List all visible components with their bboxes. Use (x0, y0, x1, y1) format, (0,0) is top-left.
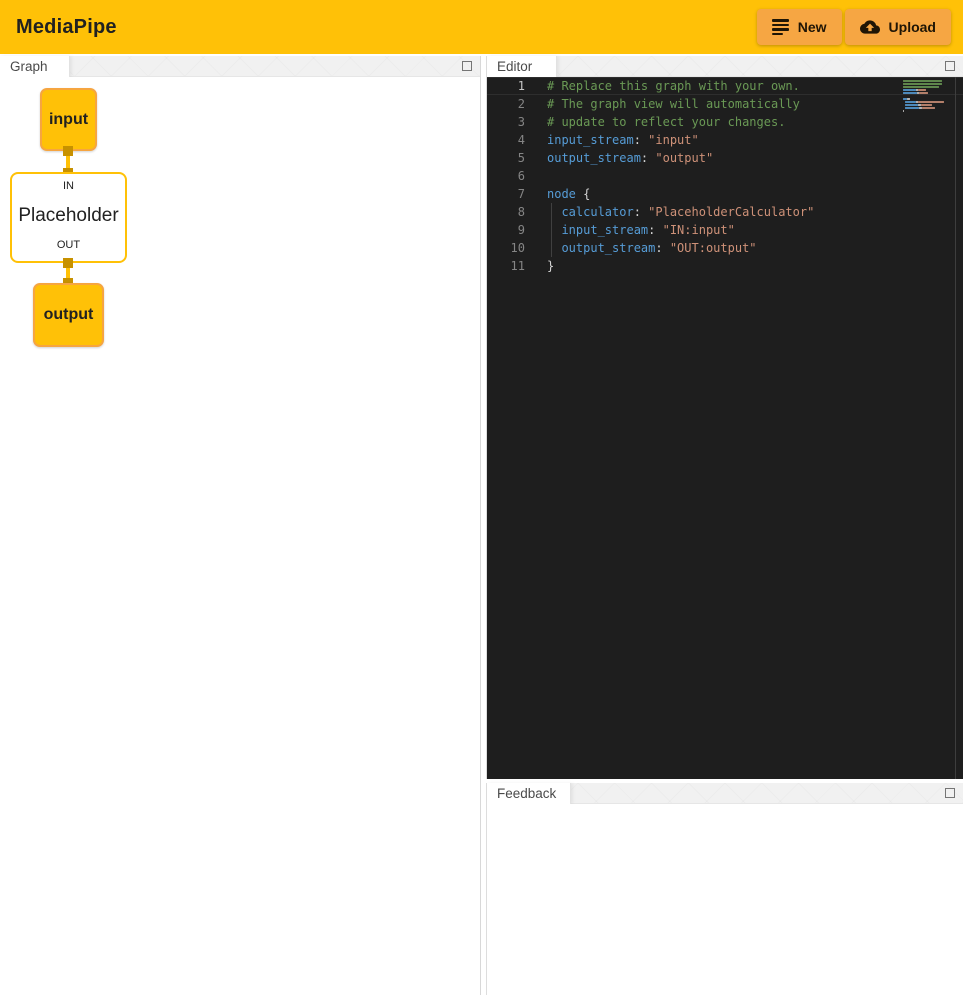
code-text: output_stream: "OUT:output" (547, 239, 757, 257)
app-title: MediaPipe (16, 16, 117, 39)
maximise-icon[interactable] (945, 61, 955, 71)
minimap-line (903, 104, 951, 106)
minimap-line (903, 107, 951, 109)
tab-feedback-label: Feedback (497, 786, 556, 801)
line-number: 7 (487, 185, 525, 203)
code-line[interactable]: 8 calculator: "PlaceholderCalculator" (487, 203, 963, 221)
line-number: 6 (487, 167, 525, 185)
minimap-line (903, 83, 951, 85)
minimap-line (903, 98, 951, 100)
node-output-label: output (44, 306, 94, 324)
tab-editor[interactable]: Editor (487, 56, 557, 77)
line-number: 8 (487, 203, 525, 221)
node-input-label: input (49, 111, 88, 129)
minimap-line (903, 92, 951, 94)
line-number: 5 (487, 149, 525, 167)
code-text: # update to reflect your changes. (547, 113, 785, 131)
indent-guide (551, 239, 552, 257)
line-number: 9 (487, 221, 525, 239)
port-square (63, 146, 73, 156)
cloud-upload-icon (860, 17, 880, 37)
indent-guide (551, 221, 552, 239)
code-text: node { (547, 185, 590, 203)
indent-guide (551, 203, 552, 221)
line-number: 1 (487, 78, 525, 94)
graph-canvas[interactable]: input IN Placeholder OUT output (0, 77, 480, 995)
code-line[interactable]: 2 # The graph view will automatically (487, 95, 963, 113)
code-line[interactable]: 11} (487, 257, 963, 275)
new-button-label: New (798, 19, 827, 35)
editor-tabbar: Editor (487, 56, 963, 77)
upload-button-label: Upload (889, 19, 936, 35)
minimap-line (903, 89, 951, 91)
overview-ruler[interactable] (955, 77, 956, 779)
graph-node-output[interactable]: output (33, 283, 104, 347)
graph-panel: Graph input IN Placeholder OUT output (0, 56, 481, 995)
line-number: 2 (487, 95, 525, 113)
minimap-line (903, 86, 951, 88)
minimap-line (903, 80, 951, 82)
node-placeholder-label: Placeholder (18, 205, 118, 227)
port-square (63, 258, 73, 268)
code-line[interactable]: 10 output_stream: "OUT:output" (487, 239, 963, 257)
code-editor[interactable]: 1 # Replace this graph with your own. 2 # T… (487, 77, 963, 779)
line-number: 10 (487, 239, 525, 257)
in-port-label: IN (63, 180, 74, 192)
tab-graph[interactable]: Graph (0, 56, 70, 77)
graph-node-placeholder[interactable]: IN Placeholder OUT (10, 172, 127, 263)
line-number: 11 (487, 257, 525, 275)
tab-editor-label: Editor (497, 59, 532, 74)
maximise-icon[interactable] (462, 61, 472, 71)
code-text: # Replace this graph with your own. (547, 78, 800, 94)
app-header: MediaPipe New Upload (0, 0, 963, 54)
header-buttons: New Upload (757, 9, 951, 45)
minimap-line (903, 110, 951, 112)
code-text: output_stream: "output" (547, 149, 713, 167)
feedback-tabbar: Feedback (487, 783, 963, 804)
code-text: # The graph view will automatically (547, 95, 800, 113)
minimap[interactable] (903, 80, 951, 113)
code-line[interactable]: 7 node { (487, 185, 963, 203)
line-number: 4 (487, 131, 525, 149)
line-number: 3 (487, 113, 525, 131)
code-area[interactable]: 1 # Replace this graph with your own. 2 # T… (487, 77, 963, 275)
code-line[interactable]: 4 input_stream: "input" (487, 131, 963, 149)
out-port-label: OUT (57, 239, 80, 251)
tab-feedback[interactable]: Feedback (487, 783, 571, 804)
feedback-panel: Feedback (486, 783, 963, 995)
editor-panel: Editor 1 # Replace this graph with your o… (486, 56, 963, 779)
code-line[interactable]: 6 (487, 167, 963, 185)
code-text: calculator: "PlaceholderCalculator" (547, 203, 814, 221)
graph-node-input[interactable]: input (40, 88, 97, 151)
tab-graph-label: Graph (10, 59, 48, 74)
feedback-content (487, 804, 963, 995)
minimap-line (903, 95, 951, 97)
new-button[interactable]: New (757, 9, 842, 45)
code-line[interactable]: 3 # update to reflect your changes. (487, 113, 963, 131)
code-line[interactable]: 1 # Replace this graph with your own. (487, 77, 963, 95)
maximise-icon[interactable] (945, 788, 955, 798)
list-icon (772, 19, 789, 35)
code-line[interactable]: 5 output_stream: "output" (487, 149, 963, 167)
code-text: input_stream: "input" (547, 131, 699, 149)
graph-tabbar: Graph (0, 56, 480, 77)
upload-button[interactable]: Upload (845, 9, 951, 45)
code-line[interactable]: 9 input_stream: "IN:input" (487, 221, 963, 239)
code-text: input_stream: "IN:input" (547, 221, 735, 239)
minimap-line (903, 101, 951, 103)
code-text: } (547, 257, 554, 275)
